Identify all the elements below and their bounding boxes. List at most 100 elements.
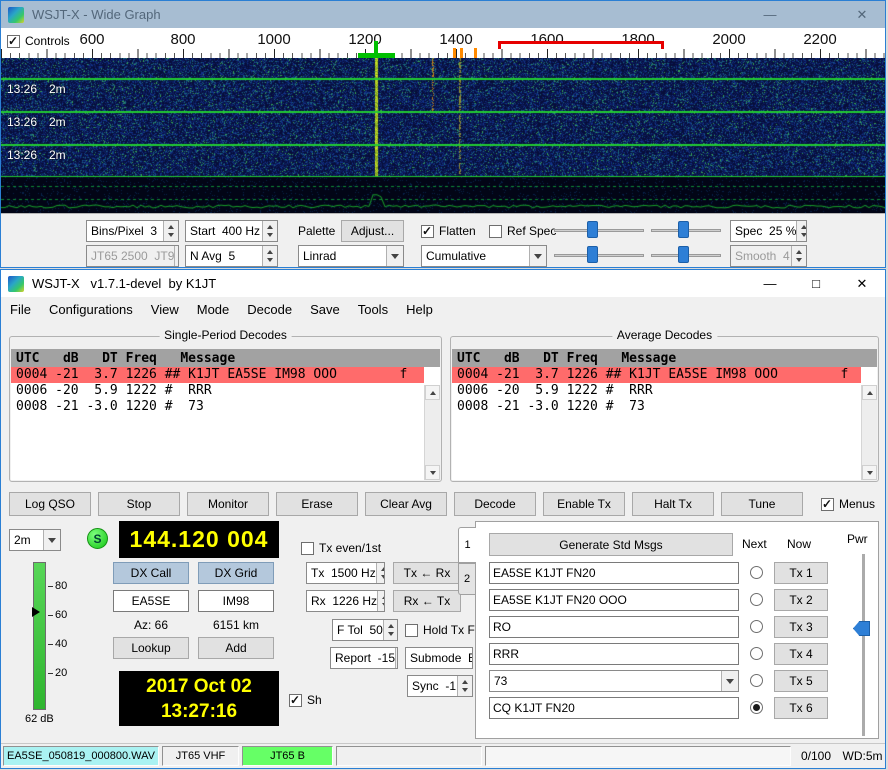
slider-handle[interactable] — [587, 246, 598, 263]
close-icon[interactable]: ✕ — [839, 1, 885, 28]
rx-freq-spinner[interactable]: Rx 1226 Hz — [306, 590, 385, 612]
decode-row[interactable]: 0006 -20 5.9 1222 # RRR — [11, 383, 424, 399]
scroll-up-icon[interactable] — [862, 385, 877, 400]
clear-avg-button[interactable]: Clear Avg — [365, 492, 447, 516]
tx-message-3-radio[interactable] — [750, 620, 763, 633]
minimize-icon[interactable]: — — [747, 1, 793, 28]
spinner-arrows-icon[interactable] — [395, 648, 398, 668]
tx-3-button[interactable]: Tx 3 — [774, 616, 828, 638]
stop-button[interactable]: Stop — [98, 492, 180, 516]
scrollbar[interactable] — [424, 385, 440, 480]
tx-5-button[interactable]: Tx 5 — [774, 670, 828, 692]
enable-tx-button[interactable]: Enable Tx — [543, 492, 625, 516]
tx-message-6-field[interactable] — [489, 697, 739, 719]
tx-4-button[interactable]: Tx 4 — [774, 643, 828, 665]
menu-view[interactable]: View — [142, 299, 188, 320]
gain-slider[interactable] — [554, 220, 644, 240]
report-spinner[interactable]: Report -15 — [330, 647, 398, 669]
dx-grid-field[interactable] — [198, 590, 274, 612]
tab-2[interactable]: 2 — [458, 563, 475, 595]
tx-6-button[interactable]: Tx 6 — [774, 697, 828, 719]
menu-help[interactable]: Help — [397, 299, 442, 320]
erase-button[interactable]: Erase — [276, 492, 358, 516]
dx-call-field[interactable] — [113, 590, 189, 612]
scroll-up-icon[interactable] — [425, 385, 440, 400]
spinner-arrows-icon[interactable] — [796, 221, 807, 241]
slider-handle[interactable] — [678, 221, 689, 238]
controls-checkbox[interactable]: Controls — [7, 34, 76, 48]
tx-from-rx-button[interactable]: Tx ← Rx — [393, 562, 461, 584]
menu-tools[interactable]: Tools — [349, 299, 397, 320]
sync-spinner[interactable]: Sync -1 — [407, 675, 473, 697]
tx-message-2-field[interactable] — [489, 589, 739, 611]
menu-save[interactable]: Save — [301, 299, 349, 320]
tx-1-button[interactable]: Tx 1 — [774, 562, 828, 584]
menu-configurations[interactable]: Configurations — [40, 299, 142, 320]
log-qso-button[interactable]: Log QSO — [9, 492, 91, 516]
zero-slider[interactable] — [651, 220, 721, 240]
palette-combo[interactable]: Linrad — [298, 245, 404, 267]
close-icon[interactable]: ✕ — [839, 270, 885, 297]
spinner-arrows-icon[interactable] — [262, 246, 277, 266]
wide-graph-titlebar[interactable]: WSJT-X - Wide Graph — ✕ — [1, 1, 885, 28]
decode-button[interactable]: Decode — [454, 492, 536, 516]
menu-file[interactable]: File — [1, 299, 40, 320]
decode-row[interactable]: 0008 -21 -3.0 1220 # 73 — [11, 399, 424, 415]
decode-row[interactable]: 0006 -20 5.9 1222 # RRR — [452, 383, 861, 399]
minimize-icon[interactable]: — — [747, 270, 793, 297]
tx-message-1-field[interactable] — [489, 562, 739, 584]
n-avg-spinner[interactable]: N Avg 5 — [185, 245, 278, 267]
scrollbar[interactable] — [861, 385, 877, 480]
halt-tx-button[interactable]: Halt Tx — [632, 492, 714, 516]
spinner-arrows-icon[interactable] — [262, 221, 277, 241]
tx-message-5-combo[interactable]: 73 — [489, 670, 739, 692]
tx-2-button[interactable]: Tx 2 — [774, 589, 828, 611]
tx-freq-spinner[interactable]: Tx 1500 Hz — [306, 562, 385, 584]
tx-message-1-radio[interactable] — [750, 566, 763, 579]
spinner-arrows-icon[interactable] — [377, 591, 385, 611]
scroll-down-icon[interactable] — [862, 465, 877, 480]
spinner-arrows-icon[interactable] — [163, 221, 178, 241]
decode-row[interactable]: 0008 -21 -3.0 1220 # 73 — [452, 399, 861, 415]
zero2-slider[interactable] — [651, 245, 721, 265]
tab-1[interactable]: 1 — [458, 527, 476, 563]
adjust-button[interactable]: Adjust... — [341, 220, 404, 242]
pwr-slider-groove[interactable] — [862, 554, 865, 736]
monitor-button[interactable]: Monitor — [187, 492, 269, 516]
tx-message-2-radio[interactable] — [750, 593, 763, 606]
main-titlebar[interactable]: WSJT-X v1.7.1-devel by K1JT — □ ✕ — [1, 270, 885, 297]
tx-message-6-radio[interactable] — [750, 701, 763, 714]
start-freq-spinner[interactable]: Start 400 Hz — [185, 220, 278, 242]
spinner-arrows-icon[interactable] — [457, 676, 472, 696]
spec-percent-spinner[interactable]: Spec 25 % — [730, 220, 807, 242]
tx-message-5-radio[interactable] — [750, 674, 763, 687]
spinner-arrows-icon[interactable] — [383, 620, 398, 640]
generate-std-msgs-button[interactable]: Generate Std Msgs — [489, 533, 733, 556]
scroll-down-icon[interactable] — [425, 465, 440, 480]
spinner-arrows-icon[interactable] — [376, 563, 385, 583]
maximize-icon[interactable]: □ — [793, 270, 839, 297]
lookup-button[interactable]: Lookup — [113, 637, 189, 659]
menu-mode[interactable]: Mode — [188, 299, 239, 320]
tx-message-3-field[interactable] — [489, 616, 739, 638]
display-mode-combo[interactable]: Cumulative — [421, 245, 547, 267]
decode-row[interactable]: 0004 -21 3.7 1226 ## K1JT EA5SE IM98 OOO… — [11, 367, 424, 383]
flatten-checkbox[interactable]: Flatten — [421, 224, 476, 238]
menus-checkbox[interactable]: Menus — [821, 497, 875, 511]
waterfall-display[interactable] — [1, 58, 885, 213]
decode-row[interactable]: 0004 -21 3.7 1226 ## K1JT EA5SE IM98 OOO… — [452, 367, 861, 383]
sh-checkbox[interactable]: Sh — [289, 693, 322, 707]
slider-handle[interactable] — [587, 221, 598, 238]
gain2-slider[interactable] — [554, 245, 644, 265]
tx-message-4-radio[interactable] — [750, 647, 763, 660]
submode-spinner[interactable]: Submode B — [405, 647, 473, 669]
tx-message-4-field[interactable] — [489, 643, 739, 665]
rx-from-tx-button[interactable]: Rx ← Tx — [393, 590, 461, 612]
dx-grid-button[interactable]: DX Grid — [198, 562, 274, 584]
f-tol-spinner[interactable]: F Tol 50 — [332, 619, 398, 641]
slider-handle[interactable] — [678, 246, 689, 263]
add-button[interactable]: Add — [198, 637, 274, 659]
tune-button[interactable]: Tune — [721, 492, 803, 516]
menu-decode[interactable]: Decode — [238, 299, 301, 320]
ref-spec-checkbox[interactable]: Ref Spec — [489, 224, 556, 238]
